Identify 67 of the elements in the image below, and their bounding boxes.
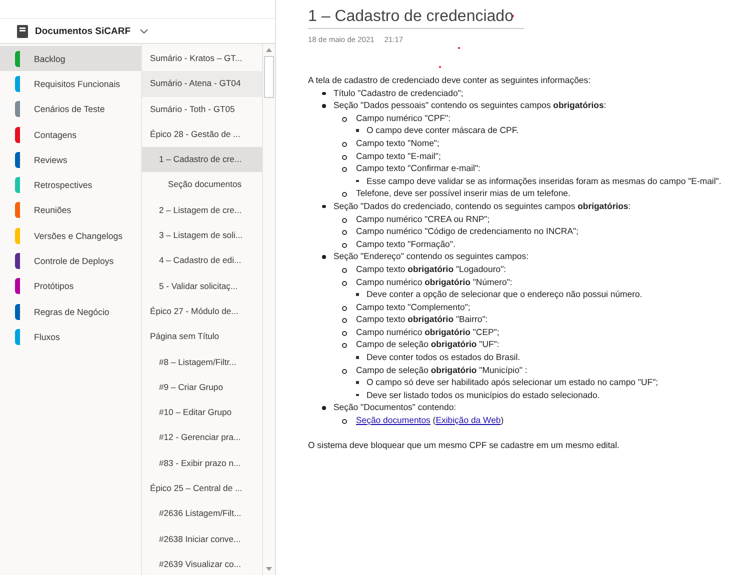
paragraph: O sistema deve bloquear que um mesmo CPF se cadastre em um mesmo edital. [308, 439, 620, 452]
page-item[interactable]: #10 – Editar Grupo [142, 400, 262, 426]
list-item-text: Deve conter todos os estados do Brasil. [366, 351, 522, 364]
section-tab[interactable]: Backlog [0, 46, 141, 72]
section-tab[interactable]: Reuniões [0, 198, 141, 224]
notebook-header[interactable]: Documentos SiCARF [0, 18, 275, 44]
page-item[interactable]: #9 – Criar Grupo [142, 374, 262, 400]
page-item[interactable]: Épico 28 - Gestão de ... [142, 122, 262, 148]
section-tab[interactable]: Reviews [0, 147, 141, 172]
page-item[interactable]: #83 - Exibir prazo n... [142, 450, 262, 476]
list-item-text: Campo texto obrigatório "Bairro": [356, 313, 489, 326]
page-title[interactable]: 1 – Cadastro de credenciado [308, 8, 514, 25]
page-item[interactable]: 4 – Cadastro de edi... [142, 248, 262, 274]
list-item-text: Telefone, deve ser possível inserir mias de um telefone. [356, 187, 572, 200]
list-item-text: O campo só deve ser habilitado após selecionar um estado no campo "UF"; [366, 376, 660, 389]
page-item[interactable]: Sumário - Toth - GT05 [142, 96, 262, 122]
paragraph: A tela de cadastro de credenciado deve conter as seguintes informações: [308, 74, 592, 87]
list-item-text: Campo texto "Confirmar e-mail": [356, 162, 482, 175]
section-tab[interactable]: Regras de Negócio [0, 298, 141, 324]
section-tab[interactable]: Versões e Changelogs [0, 223, 141, 248]
list-item-text: Campo numérico obrigatório "Número": [356, 276, 514, 288]
list-item-text: Deve ser listado todos os municípios do estado selecionado. [366, 388, 601, 402]
section-tab[interactable]: Cenários de Teste [0, 96, 141, 122]
page-item[interactable]: #2639 Visualizar co... [142, 552, 262, 575]
page-item[interactable]: #2638 Iniciar conve... [142, 526, 262, 552]
list-item-text: Campo texto "Nome"; [356, 136, 440, 150]
page-item[interactable]: 1 – Cadastro de cre... [142, 147, 262, 172]
page-item[interactable]: 5 - Validar solicitaç... [142, 274, 262, 299]
section-tab[interactable]: Requisitos Funcionais [0, 71, 141, 97]
list-item-text: Campo de seleção obrigatório "Município" : [356, 364, 528, 376]
list-item-text: Campo texto "Complemento"; [356, 300, 472, 314]
notebook-title: Documentos SiCARF [35, 26, 131, 36]
section-tab[interactable]: Protótipos [0, 274, 141, 299]
list-item-text: O campo deve conter máscara de CPF. [366, 124, 520, 137]
page-item[interactable]: Seção documentos [142, 172, 262, 198]
list-item-text: Campo numérico "CREA ou RNP"; [356, 212, 491, 226]
list-item-text: Campo numérico obrigatório "CEP"; [356, 326, 500, 338]
page-item[interactable]: Épico 25 – Central de ... [142, 476, 262, 502]
list-item-text: Campo numérico "CPF": [356, 112, 452, 124]
list-item-text: Seção "Endereço" contendo os seguintes campos: [334, 250, 530, 263]
section-tab[interactable]: Contagens [0, 122, 141, 148]
page-item[interactable]: #2636 Listagem/Filt... [142, 501, 262, 527]
list-item-text: Seção "Dados pessoais" contendo os seguintes campos obrigatórios: [334, 99, 608, 112]
list-item-text: Deve conter a opção de selecionar que o endereço não possui número. [366, 288, 644, 301]
list-item-text: Campo de seleção obrigatório "UF": [356, 338, 500, 352]
page-item[interactable]: #8 – Listagem/Filtr... [142, 350, 262, 375]
page-item[interactable]: Sumário - Atena - GT04 [142, 71, 262, 97]
page-item[interactable]: 2 – Listagem de cre... [142, 198, 262, 224]
page-item[interactable]: 3 – Listagem de soli... [142, 223, 262, 248]
list-item-text: Esse campo deve validar se as informações inseridas foram as mesmas do campo "E-mail". [366, 174, 722, 188]
list-item-text: Seção documentos (Exibição da Web) [356, 414, 505, 427]
page-item[interactable]: Página sem Título [142, 324, 262, 350]
list-item-text: Seção "Dados do credenciado, contendo os seguintes campos obrigatórios: [334, 200, 632, 213]
list-item-text: Campo texto "E-mail"; [356, 150, 442, 162]
link[interactable]: Exibição da Web [436, 415, 501, 426]
list-item-text: Campo texto obrigatório "Logadouro": [356, 262, 508, 276]
section-tab[interactable]: Fluxos [0, 324, 141, 350]
page-item[interactable]: Épico 27 - Módulo de... [142, 298, 262, 324]
list-item-text: Campo numérico "Código de credenciamento no INCRA"; [356, 225, 580, 238]
page-item[interactable]: Sumário - Kratos – GT... [142, 46, 262, 72]
section-tab[interactable]: Retrospectives [0, 172, 141, 198]
section-tab[interactable]: Controle de Deploys [0, 248, 141, 274]
page-item[interactable]: #12 - Gerenciar pra... [142, 425, 262, 451]
list-item-text: Campo texto "Formação". [356, 238, 456, 250]
link[interactable]: Seção documentos [356, 415, 430, 426]
list-item-text: Seção "Documentos" contendo: [334, 401, 458, 414]
list-item-text: Título "Cadastro de credenciado"; [334, 86, 464, 100]
